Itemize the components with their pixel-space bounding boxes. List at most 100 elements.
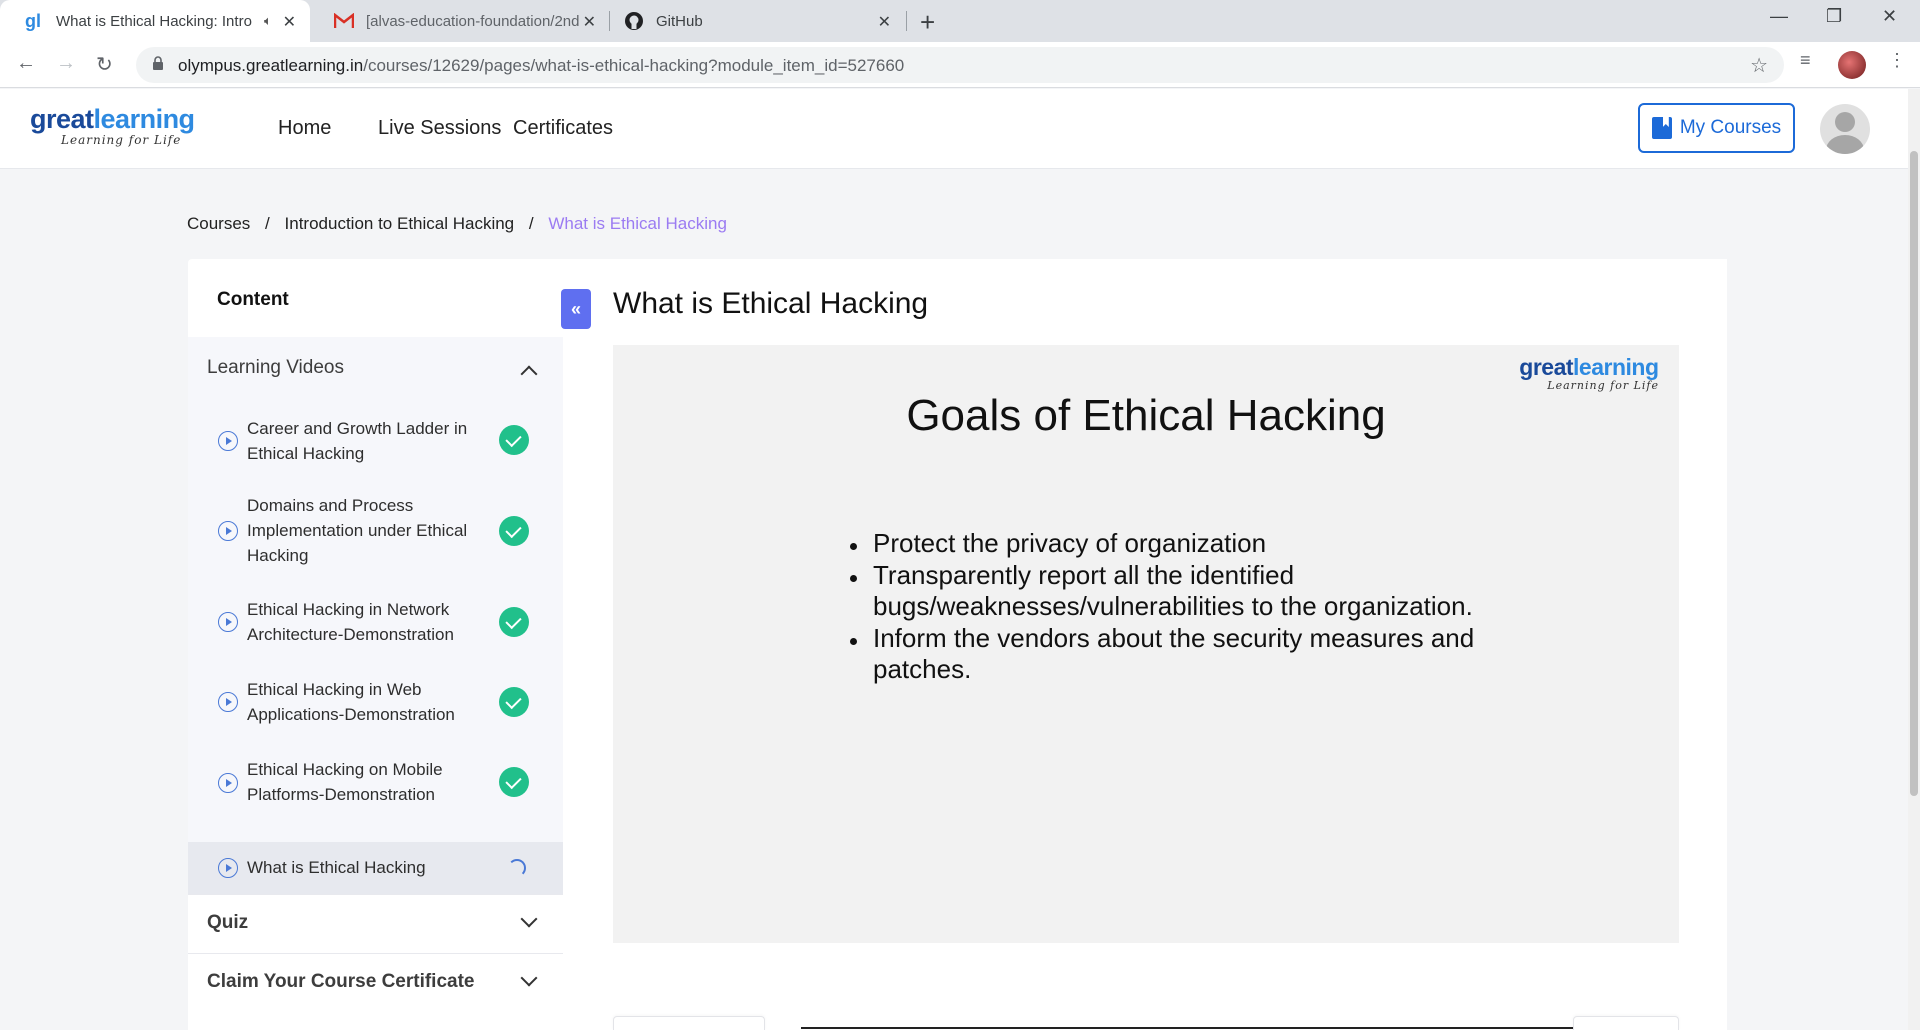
browser-tab[interactable]: [alvas-education-foundation/2nd ✕ <box>310 0 610 42</box>
lesson-label: Ethical Hacking in Web Applications-Demo… <box>247 680 455 724</box>
collapse-sidebar-button[interactable]: « <box>561 289 591 329</box>
url-text: olympus.greatlearning.in/courses/12629/p… <box>178 56 904 76</box>
slide-logo-text-great: great <box>1519 354 1574 380</box>
scrollbar-thumb[interactable] <box>1910 151 1918 796</box>
slide-title: Goals of Ethical Hacking <box>906 391 1386 440</box>
my-courses-label: My Courses <box>1679 117 1782 138</box>
tab-close-icon[interactable]: ✕ <box>878 12 891 32</box>
site-header: greatlearning Learning for Life Home Liv… <box>0 89 1908 169</box>
lesson-label: Career and Growth Ladder in Ethical Hack… <box>247 419 468 463</box>
restore-icon[interactable]: ❐ <box>1826 6 1842 27</box>
svg-text:gl: gl <box>25 11 41 31</box>
section-claim-certificate[interactable]: Claim Your Course Certificate <box>188 953 563 1011</box>
media-queue-icon[interactable]: ≡ <box>1800 50 1811 71</box>
nav-home[interactable]: Home <box>278 117 331 140</box>
completed-check-icon <box>499 767 529 797</box>
url-host: olympus.greatlearning.in <box>178 56 364 75</box>
sidebar-title: Content <box>217 289 289 310</box>
previous-nav-card[interactable] <box>613 1016 765 1030</box>
video-player[interactable]: greatlearning Learning for Life Goals of… <box>613 345 1679 1029</box>
lesson-item[interactable]: Career and Growth Ladder in Ethical Hack… <box>188 405 563 479</box>
browser-tab-bar: gl What is Ethical Hacking: Intro 🔈︎ ✕ [… <box>0 0 1920 42</box>
chevron-down-icon[interactable] <box>520 969 538 987</box>
avatar-head <box>1835 112 1855 132</box>
lesson-item[interactable]: Ethical Hacking in Web Applications-Demo… <box>188 661 563 743</box>
breadcrumb-separator: / <box>528 214 534 233</box>
forward-icon[interactable]: → <box>56 52 76 75</box>
tab-close-icon[interactable]: ✕ <box>283 12 296 32</box>
tab-close-icon[interactable]: ✕ <box>583 12 596 32</box>
play-circle-icon <box>218 431 238 451</box>
main-content: What is Ethical Hacking greatlearning Le… <box>563 259 1727 1030</box>
slide-logo: greatlearning Learning for Life <box>1519 355 1659 392</box>
lesson-label: Ethical Hacking on Mobile Platforms-Demo… <box>247 760 443 804</box>
tab-title: [alvas-education-foundation/2nd <box>366 12 580 30</box>
play-circle-icon <box>218 521 238 541</box>
completed-check-icon <box>499 516 529 546</box>
browser-toolbar: ← → ↻ olympus.greatlearning.in/courses/1… <box>0 42 1920 88</box>
browser-menu-icon[interactable]: ⋮ <box>1888 50 1906 71</box>
window-close-icon[interactable]: ✕ <box>1882 6 1897 27</box>
play-circle-icon <box>218 612 238 632</box>
address-bar[interactable]: olympus.greatlearning.in/courses/12629/p… <box>136 47 1784 83</box>
lesson-label: What is Ethical Hacking <box>247 858 426 877</box>
breadcrumb: Courses / Introduction to Ethical Hackin… <box>187 214 727 234</box>
browser-tab[interactable]: GitHub ✕ <box>610 0 905 42</box>
greatlearning-favicon-icon: gl <box>24 11 44 31</box>
slide-logo-text-learning: learning <box>1573 354 1659 380</box>
play-circle-icon <box>218 858 238 878</box>
nav-live-sessions[interactable]: Live Sessions <box>378 117 501 140</box>
lesson-label: Domains and Process Implementation under… <box>247 496 468 565</box>
logo-text-learning: learning <box>93 104 196 134</box>
video-progress-bar[interactable] <box>801 1027 1589 1029</box>
minimize-icon[interactable]: — <box>1770 6 1788 27</box>
section-learning-videos: Learning Videos Career and Growth Ladder… <box>188 337 563 894</box>
play-circle-icon <box>218 692 238 712</box>
back-icon[interactable]: ← <box>16 52 36 75</box>
breadcrumb-courses[interactable]: Courses <box>187 214 250 233</box>
tab-title: GitHub <box>656 12 703 30</box>
play-circle-icon <box>218 773 238 793</box>
chevron-down-icon[interactable] <box>520 910 538 928</box>
double-chevron-left-icon: « <box>570 298 581 319</box>
breadcrumb-separator: / <box>265 214 270 233</box>
slide-bullets: Protect the privacy of organization Tran… <box>847 528 1487 686</box>
user-avatar[interactable] <box>1820 104 1870 154</box>
tab-title: What is Ethical Hacking: Intro <box>56 12 252 30</box>
lesson-item[interactable]: Ethical Hacking on Mobile Platforms-Demo… <box>188 743 563 821</box>
page-title: What is Ethical Hacking <box>613 287 929 320</box>
chevron-up-icon[interactable] <box>520 365 538 383</box>
breadcrumb-course[interactable]: Introduction to Ethical Hacking <box>285 214 515 233</box>
reload-icon[interactable]: ↻ <box>96 52 113 77</box>
logo-tagline: Learning for Life <box>61 133 182 147</box>
browser-tab[interactable]: gl What is Ethical Hacking: Intro 🔈︎ ✕ <box>0 0 310 42</box>
speaker-muted-icon[interactable]: 🔈︎ <box>264 13 272 29</box>
lesson-item-active[interactable]: What is Ethical Hacking <box>188 842 563 894</box>
section-header-learning-videos[interactable]: Learning Videos <box>207 357 344 379</box>
next-nav-card[interactable] <box>1573 1016 1679 1030</box>
new-tab-icon[interactable]: + <box>920 7 935 38</box>
completed-check-icon <box>499 425 529 455</box>
lesson-item[interactable]: Ethical Hacking in Network Architecture-… <box>188 583 563 661</box>
loading-spinner-icon <box>508 859 526 877</box>
slide-bullet: Inform the vendors about the security me… <box>847 623 1487 686</box>
bookmark-star-icon[interactable]: ☆ <box>1750 53 1768 78</box>
breadcrumb-current: What is Ethical Hacking <box>548 214 727 233</box>
greatlearning-logo[interactable]: greatlearning Learning for Life <box>30 105 195 147</box>
lock-icon <box>153 56 163 70</box>
logo-text-great: great <box>30 104 94 134</box>
section-label: Claim Your Course Certificate <box>207 971 475 992</box>
profile-avatar-icon[interactable] <box>1838 51 1866 79</box>
section-quiz[interactable]: Quiz <box>188 894 563 952</box>
completed-check-icon <box>499 607 529 637</box>
avatar-body <box>1826 135 1864 154</box>
nav-certificates[interactable]: Certificates <box>513 117 613 140</box>
page-scrollbar[interactable] <box>1908 89 1920 1030</box>
lesson-item[interactable]: Domains and Process Implementation under… <box>188 479 563 583</box>
tab-separator <box>906 11 907 31</box>
gmail-icon <box>334 11 354 31</box>
slide-bullet: Transparently report all the identified … <box>847 560 1487 623</box>
slide-bullet: Protect the privacy of organization <box>847 528 1487 560</box>
section-label: Quiz <box>207 912 249 933</box>
my-courses-button[interactable]: My Courses <box>1638 103 1795 153</box>
